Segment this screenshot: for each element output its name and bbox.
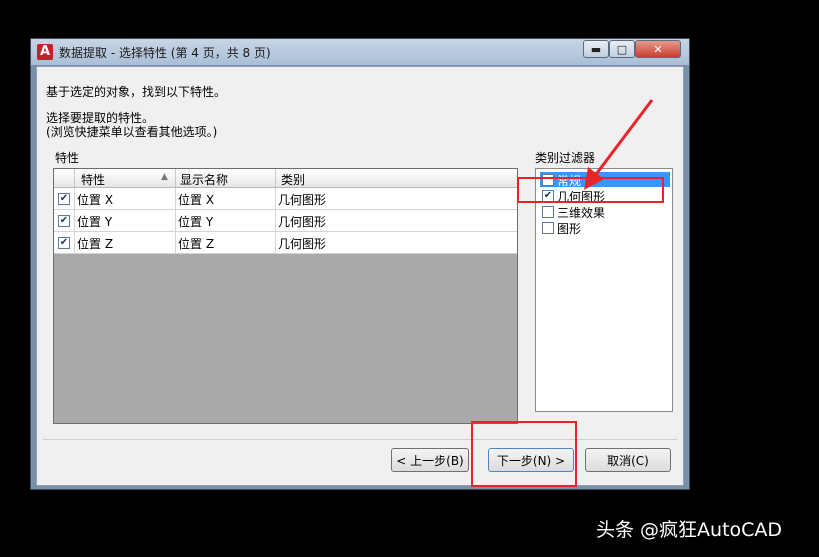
window-title: 数据提取 - 选择特性 (第 4 页，共 8 页) (59, 46, 271, 60)
back-button[interactable]: < 上一步(B) (391, 448, 469, 472)
property-checkbox[interactable]: ✔ (58, 237, 70, 249)
grid-header: 特性 ▲ 显示名称 类别 (54, 169, 517, 188)
cell-category: 几何图形 (278, 215, 327, 229)
properties-grid[interactable]: 特性 ▲ 显示名称 类别 ✔ 位置 X 位置 X 几何图形 ✔ 位置 Y 位置 … (53, 168, 518, 424)
filter-item-label: 图形 (557, 222, 582, 236)
cell-display-name[interactable]: 位置 Y (178, 213, 213, 230)
column-divider (74, 169, 75, 187)
cell-category: 几何图形 (278, 237, 327, 251)
column-divider (74, 210, 75, 232)
highlight-box-next (471, 421, 577, 487)
property-checkbox[interactable]: ✔ (58, 193, 70, 205)
column-divider (74, 232, 75, 254)
column-divider (74, 188, 75, 210)
column-divider (175, 169, 176, 187)
annotation-arrow-icon (584, 99, 654, 190)
filter-item-3d-visualization[interactable]: 三维效果 (540, 204, 670, 220)
filter-checkbox[interactable] (542, 206, 554, 218)
cell-display-name[interactable]: 位置 X (178, 191, 214, 208)
table-row[interactable]: ✔ 位置 Z 位置 Z 几何图形 (54, 232, 517, 254)
column-divider (275, 210, 276, 232)
column-header-property[interactable]: 特性 (81, 171, 105, 188)
cell-category: 几何图形 (278, 193, 327, 207)
cell-property: 位置 X (77, 193, 114, 207)
minimize-button[interactable]: ▬ (583, 40, 609, 58)
title-bar[interactable]: A 数据提取 - 选择特性 (第 4 页，共 8 页) ▬ □ ✕ (31, 39, 689, 65)
cell-property: 位置 Z (77, 237, 114, 251)
watermark-text: 头条 @疯狂AutoCAD (596, 519, 783, 541)
table-row[interactable]: ✔ 位置 Y 位置 Y 几何图形 (54, 210, 517, 232)
filter-item-label: 三维效果 (557, 206, 606, 220)
cell-property: 位置 Y (77, 215, 113, 229)
filter-checkbox[interactable] (542, 222, 554, 234)
column-divider (275, 232, 276, 254)
hint-text: (浏览快捷菜单以查看其他选项。) (46, 125, 218, 139)
cancel-button[interactable]: 取消(C) (585, 448, 671, 472)
intro-text: 基于选定的对象，找到以下特性。 (46, 85, 227, 99)
close-button[interactable]: ✕ (635, 40, 681, 58)
autocad-app-icon: A (37, 44, 53, 60)
footer-divider (43, 439, 677, 440)
sort-ascending-icon: ▲ (161, 172, 168, 182)
column-divider (275, 169, 276, 187)
column-header-display-name[interactable]: 显示名称 (180, 171, 228, 188)
column-divider (275, 188, 276, 210)
maximize-button[interactable]: □ (609, 40, 635, 58)
cell-display-name[interactable]: 位置 Z (178, 235, 214, 252)
column-header-category[interactable]: 类别 (281, 171, 305, 188)
property-checkbox[interactable]: ✔ (58, 215, 70, 227)
category-filter-list[interactable]: 常规 ✔ 几何图形 三维效果 图形 (535, 168, 673, 412)
filter-item-graphics[interactable]: 图形 (540, 220, 670, 236)
properties-group-label: 特性 (55, 151, 80, 165)
column-divider (175, 188, 176, 210)
table-row[interactable]: ✔ 位置 X 位置 X 几何图形 (54, 188, 517, 210)
column-divider (175, 210, 176, 232)
column-divider (175, 232, 176, 254)
